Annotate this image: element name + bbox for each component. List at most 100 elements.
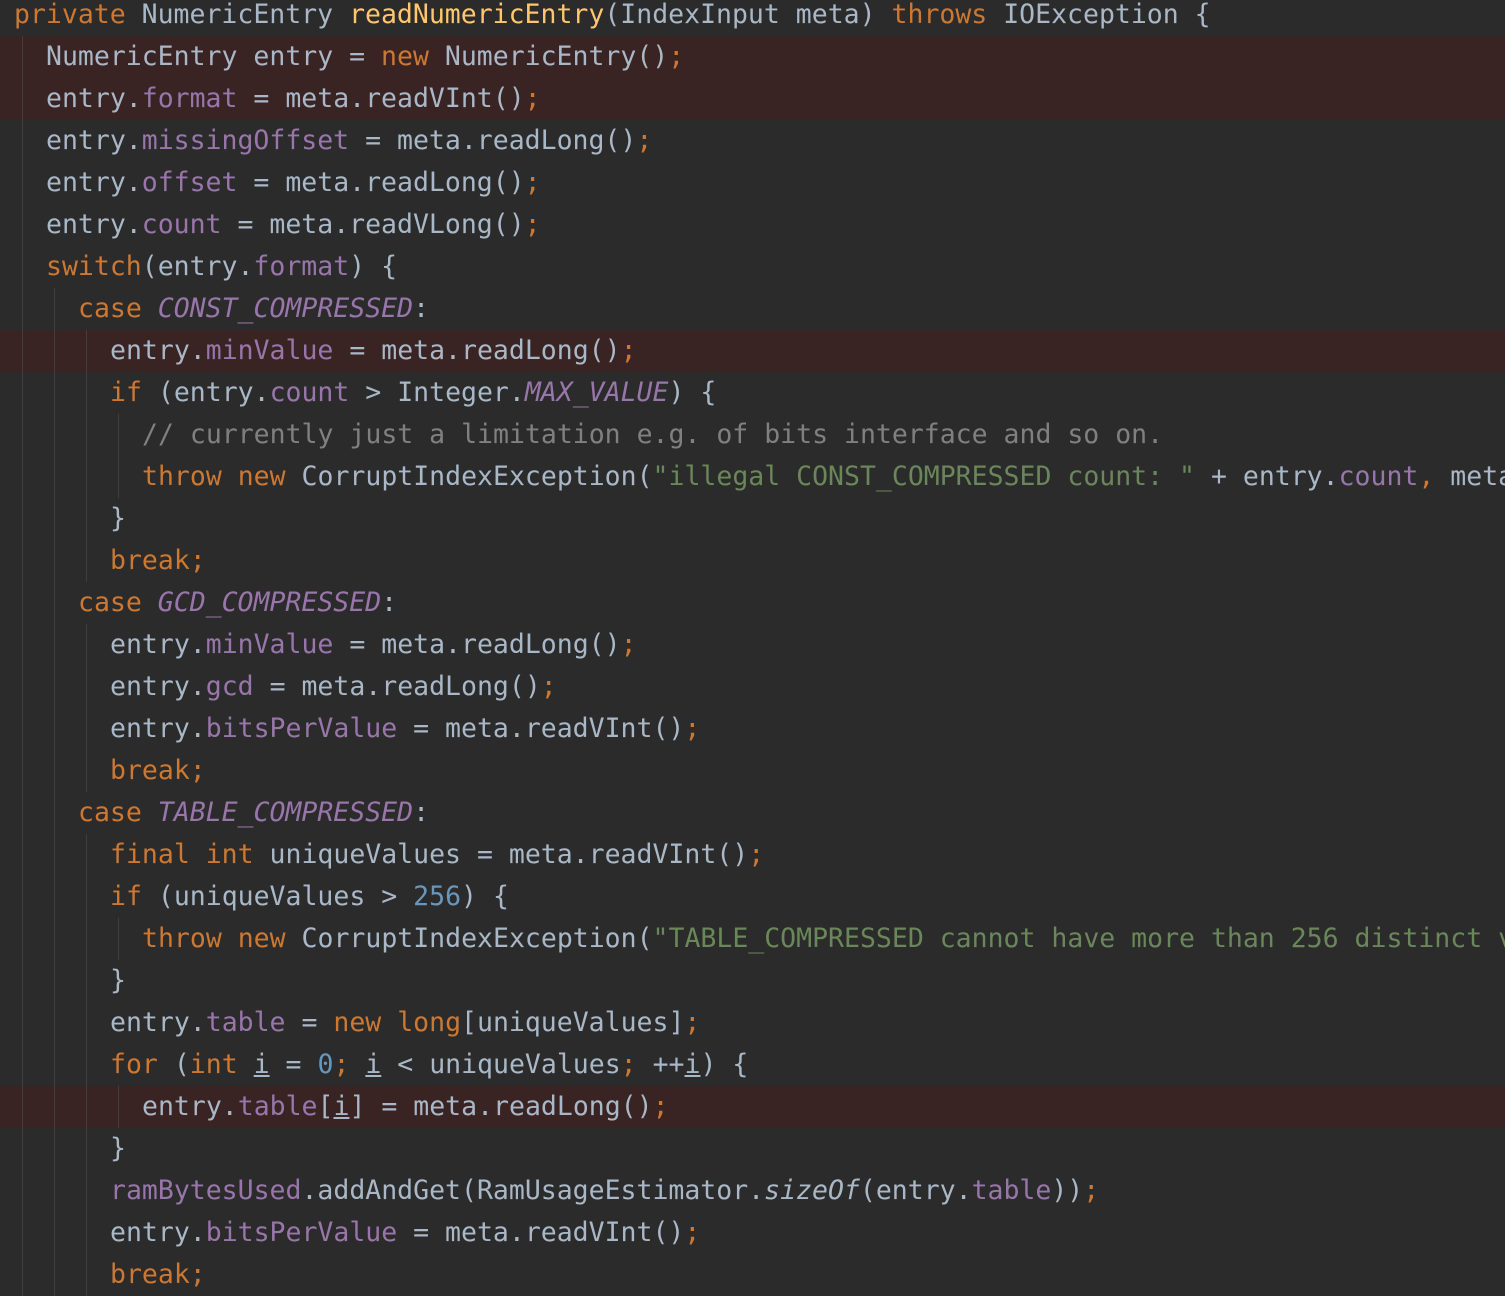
code-line[interactable]: entry.table = new long[uniqueValues]; [0,1002,1505,1044]
code-token: ; [524,83,541,114]
indent-guide [22,372,23,414]
indent-guide [54,372,55,414]
code-line-breakpoint[interactable]: entry.format = meta.readVInt(); [0,78,1505,120]
code-line[interactable]: entry.offset = meta.readLong(); [0,162,1505,204]
indent-guide [118,918,119,960]
code-token: final int [110,839,270,870]
code-editor[interactable]: private NumericEntry readNumericEntry(In… [0,0,1505,1296]
code-line[interactable]: switch(entry.format) { [0,246,1505,288]
code-line[interactable]: if (entry.count > Integer.MAX_VALUE) { [0,372,1505,414]
code-token: NumericEntry [141,0,350,30]
code-token: ++ [652,1049,685,1080]
indent-guide [54,708,55,750]
code-token: > Integer. [349,377,525,408]
code-line[interactable]: for (int i = 0; i < uniqueValues; ++i) { [0,1044,1505,1086]
code-line[interactable]: throw new CorruptIndexException("TABLE_C… [0,918,1505,960]
code-text: // currently just a limitation e.g. of b… [142,414,1163,456]
code-text: private NumericEntry readNumericEntry(In… [14,0,1211,36]
indent-guide [22,246,23,288]
code-line[interactable]: ramBytesUsed.addAndGet(RamUsageEstimator… [0,1170,1505,1212]
code-token: ] = meta.readLong() [349,1091,653,1122]
indent-guide [54,1212,55,1254]
code-text: entry.format = meta.readVInt(); [46,78,541,120]
code-token: ; [684,1007,701,1038]
code-line[interactable]: break; [0,540,1505,582]
code-line[interactable]: case CONST_COMPRESSED: [0,288,1505,330]
indent-guide [54,582,55,624]
code-line[interactable]: entry.gcd = meta.readLong(); [0,666,1505,708]
code-token: ; [620,629,637,660]
code-line[interactable]: entry.minValue = meta.readLong(); [0,624,1505,666]
indent-guide [54,1002,55,1044]
code-line[interactable]: case TABLE_COMPRESSED: [0,792,1505,834]
code-text: entry.bitsPerValue = meta.readVInt(); [110,1212,700,1254]
code-token: IOException { [1003,0,1211,30]
code-token: = meta.readLong() [349,125,637,156]
code-line[interactable]: break; [0,1254,1505,1296]
code-token: entry. [110,335,206,366]
indent-guide [22,120,23,162]
code-text: } [110,498,126,540]
indent-guide [86,498,87,540]
indent-guide [86,624,87,666]
code-token: = meta.readVInt() [397,1217,685,1248]
code-token: entry. [46,83,142,114]
code-line[interactable]: final int uniqueValues = meta.readVInt()… [0,834,1505,876]
code-token: CONST_COMPRESSED [157,293,414,324]
code-token: table [971,1175,1052,1206]
code-token: + entry. [1195,461,1339,492]
code-token: ) { [461,881,509,912]
code-token: case [78,797,158,828]
code-line[interactable]: // currently just a limitation e.g. of b… [0,414,1505,456]
code-token: case [78,293,158,324]
code-token: ; [636,125,653,156]
code-token: (entry. [859,1175,972,1206]
indent-guide [86,960,87,1002]
code-text: entry.table[i] = meta.readLong(); [142,1086,669,1128]
code-token: = meta.readVLong() [221,209,525,240]
code-token: missingOffset [141,125,350,156]
indent-guide [54,1254,55,1296]
indent-guide [54,624,55,666]
code-token: entry. [142,1091,238,1122]
code-token: ; [620,335,637,366]
code-line-breakpoint[interactable]: entry.table[i] = meta.readLong(); [0,1086,1505,1128]
code-token: i [684,1049,701,1080]
code-line[interactable]: } [0,498,1505,540]
code-text: } [110,1128,126,1170]
code-line-breakpoint[interactable]: NumericEntry entry = new NumericEntry(); [0,36,1505,78]
code-line[interactable]: entry.bitsPerValue = meta.readVInt(); [0,708,1505,750]
code-text: throw new CorruptIndexException("illegal… [142,456,1505,498]
code-line[interactable]: break; [0,750,1505,792]
indent-guide [54,288,55,330]
code-token: switch [46,251,142,282]
code-line[interactable]: entry.count = meta.readVLong(); [0,204,1505,246]
indent-guide [86,540,87,582]
code-line[interactable]: private NumericEntry readNumericEntry(In… [0,0,1505,36]
code-line-breakpoint[interactable]: entry.minValue = meta.readLong(); [0,330,1505,372]
indent-guide [22,1212,23,1254]
code-line[interactable]: case GCD_COMPRESSED: [0,582,1505,624]
indent-guide [22,834,23,876]
code-token: NumericEntry() [444,41,669,72]
code-token: : [413,797,430,828]
indent-guide [54,834,55,876]
code-text: break; [110,1254,206,1296]
code-line[interactable]: } [0,960,1505,1002]
code-token: throws [891,0,1004,30]
code-line[interactable]: throw new CorruptIndexException("illegal… [0,456,1505,498]
code-line[interactable]: if (uniqueValues > 256) { [0,876,1505,918]
indent-guide [86,456,87,498]
code-line[interactable]: entry.missingOffset = meta.readLong(); [0,120,1505,162]
code-token: (entry. [157,377,270,408]
code-line[interactable]: } [0,1128,1505,1170]
indent-guide [22,456,23,498]
code-token: break; [110,755,206,786]
code-token: ; [684,713,701,744]
code-text: for (int i = 0; i < uniqueValues; ++i) { [110,1044,748,1086]
code-token: minValue [205,629,334,660]
code-token: 0 [317,1049,334,1080]
code-line[interactable]: entry.bitsPerValue = meta.readVInt(); [0,1212,1505,1254]
indent-guide [22,204,23,246]
code-token: ; [540,671,557,702]
